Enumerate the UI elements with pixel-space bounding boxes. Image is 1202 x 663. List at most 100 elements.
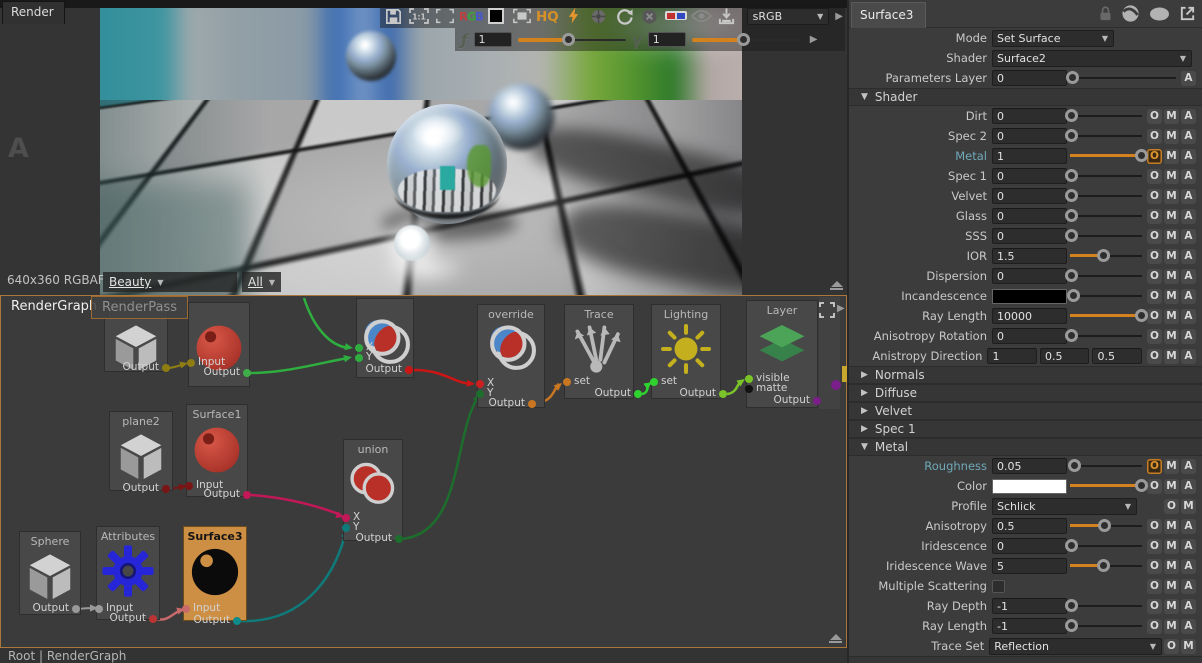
- port-visible[interactable]: [745, 375, 753, 383]
- value-field[interactable]: 1: [987, 348, 1037, 364]
- flag-m-button[interactable]: M: [1164, 109, 1179, 124]
- value-slider[interactable]: [1070, 619, 1142, 633]
- flag-o-button[interactable]: O: [1147, 479, 1162, 494]
- dropdown-profile[interactable]: Schlick▼: [992, 498, 1137, 515]
- flag-a-button[interactable]: A: [1181, 559, 1196, 574]
- port-output[interactable]: [149, 615, 157, 623]
- flag-o-button[interactable]: O: [1147, 189, 1162, 204]
- section-metal[interactable]: ▼Metal: [849, 438, 1202, 456]
- port-y[interactable]: [342, 524, 350, 532]
- flag-a-button[interactable]: A: [1181, 289, 1196, 304]
- port-matte[interactable]: [745, 385, 753, 393]
- flag-o-button[interactable]: O: [1147, 209, 1162, 224]
- port-x[interactable]: [355, 344, 363, 352]
- value-slider[interactable]: [1070, 559, 1142, 573]
- bar-more-arrow-icon[interactable]: ▶: [810, 34, 818, 45]
- dropdown-shader[interactable]: Surface2▼: [992, 50, 1192, 67]
- flag-o-button[interactable]: O: [1164, 639, 1179, 654]
- flag-m-button[interactable]: M: [1164, 289, 1179, 304]
- flag-o-button[interactable]: O: [1147, 109, 1162, 124]
- flag-a-button[interactable]: A: [1181, 169, 1196, 184]
- rgb-channels-icon[interactable]: RGB: [459, 6, 483, 26]
- flag-a-button[interactable]: A: [1181, 109, 1196, 124]
- flag-a-button[interactable]: A: [1181, 539, 1196, 554]
- value-field[interactable]: 0: [992, 70, 1067, 86]
- flag-m-button[interactable]: M: [1164, 189, 1179, 204]
- value-slider[interactable]: [1070, 189, 1142, 203]
- value-field[interactable]: 10000: [992, 308, 1067, 324]
- color-swatch[interactable]: [992, 289, 1067, 304]
- flag-m-button[interactable]: M: [1164, 169, 1179, 184]
- flag-m-button[interactable]: M: [1164, 269, 1179, 284]
- port-input[interactable]: [182, 605, 190, 613]
- colorspace-dropdown[interactable]: sRGB ▼: [747, 8, 830, 25]
- port-output[interactable]: [719, 390, 727, 398]
- flag-a-button[interactable]: A: [1181, 149, 1196, 164]
- flag-m-button[interactable]: M: [1164, 519, 1179, 534]
- flag-a-button[interactable]: A: [1181, 329, 1196, 344]
- flag-a-button[interactable]: A: [1181, 269, 1196, 284]
- value-field[interactable]: 0: [992, 108, 1067, 124]
- pop-out-icon[interactable]: [1179, 5, 1196, 22]
- value-field[interactable]: 0.5: [1040, 348, 1090, 364]
- flag-o-button[interactable]: O: [1147, 539, 1162, 554]
- color-swatch[interactable]: [992, 479, 1067, 494]
- flag-a-button[interactable]: A: [1181, 349, 1196, 364]
- flag-o-button[interactable]: O: [1147, 599, 1162, 614]
- port-x[interactable]: [476, 380, 484, 388]
- zoom-1-1-icon[interactable]: 1:1: [408, 6, 432, 26]
- node-plane2[interactable]: plane2: [109, 411, 173, 491]
- flag-m-button[interactable]: M: [1164, 129, 1179, 144]
- tab-renderpass[interactable]: RenderPass: [91, 296, 188, 319]
- flag-a-button[interactable]: A: [1181, 129, 1196, 144]
- flag-o-button[interactable]: O: [1147, 309, 1162, 324]
- value-field[interactable]: 0: [992, 538, 1067, 554]
- port-input[interactable]: [185, 482, 193, 490]
- node-union[interactable]: union: [343, 439, 403, 541]
- hq-icon[interactable]: HQ: [536, 6, 560, 26]
- value-slider[interactable]: [1070, 309, 1142, 323]
- edge-port-purple[interactable]: [831, 380, 841, 390]
- port-output[interactable]: [162, 364, 170, 372]
- value-slider[interactable]: [1070, 71, 1176, 85]
- flag-o-button[interactable]: O: [1147, 169, 1162, 184]
- flag-a-button[interactable]: A: [1181, 459, 1196, 474]
- flag-m-button[interactable]: M: [1164, 559, 1179, 574]
- flag-o-button[interactable]: O: [1147, 349, 1162, 364]
- value-field[interactable]: 0.5: [1092, 348, 1142, 364]
- flag-a-button[interactable]: A: [1181, 71, 1196, 86]
- value-slider[interactable]: [1070, 269, 1142, 283]
- value-slider[interactable]: [1070, 539, 1142, 553]
- section-diffuse[interactable]: ▶Diffuse: [849, 384, 1202, 402]
- section-spec-1[interactable]: ▶Spec 1: [849, 420, 1202, 438]
- node-graph-panel[interactable]: OutputInputOutputXYOutputoverrideXYOutpu…: [0, 295, 847, 648]
- exposure-slider[interactable]: [518, 33, 626, 47]
- render-region-icon[interactable]: [510, 6, 534, 26]
- flag-m-button[interactable]: M: [1181, 639, 1196, 654]
- value-field[interactable]: 0: [992, 168, 1067, 184]
- port-output[interactable]: [162, 485, 170, 493]
- flag-o-button[interactable]: O: [1147, 579, 1162, 594]
- flag-m-button[interactable]: M: [1164, 149, 1179, 164]
- flag-o-button[interactable]: O: [1147, 519, 1162, 534]
- exposure-input[interactable]: 1: [474, 32, 512, 47]
- port-output[interactable]: [243, 491, 251, 499]
- collapse-graph-icon[interactable]: [829, 634, 842, 643]
- value-slider[interactable]: [1070, 209, 1142, 223]
- value-slider[interactable]: [1070, 229, 1142, 243]
- flag-a-button[interactable]: A: [1181, 579, 1196, 594]
- sphere-icon[interactable]: [1148, 6, 1171, 22]
- port-output[interactable]: [528, 400, 536, 408]
- refresh-icon[interactable]: [613, 6, 637, 26]
- port-output[interactable]: [405, 366, 413, 374]
- port-output[interactable]: [395, 535, 403, 543]
- checkbox[interactable]: [992, 580, 1005, 593]
- flag-o-button[interactable]: O: [1147, 229, 1162, 244]
- value-slider[interactable]: [1070, 519, 1142, 533]
- value-field[interactable]: 0: [992, 188, 1067, 204]
- value-slider[interactable]: [1070, 289, 1142, 303]
- flag-o-button[interactable]: O: [1147, 269, 1162, 284]
- zoom-fit-icon[interactable]: [433, 6, 457, 26]
- port-output[interactable]: [634, 390, 642, 398]
- flag-m-button[interactable]: M: [1164, 309, 1179, 324]
